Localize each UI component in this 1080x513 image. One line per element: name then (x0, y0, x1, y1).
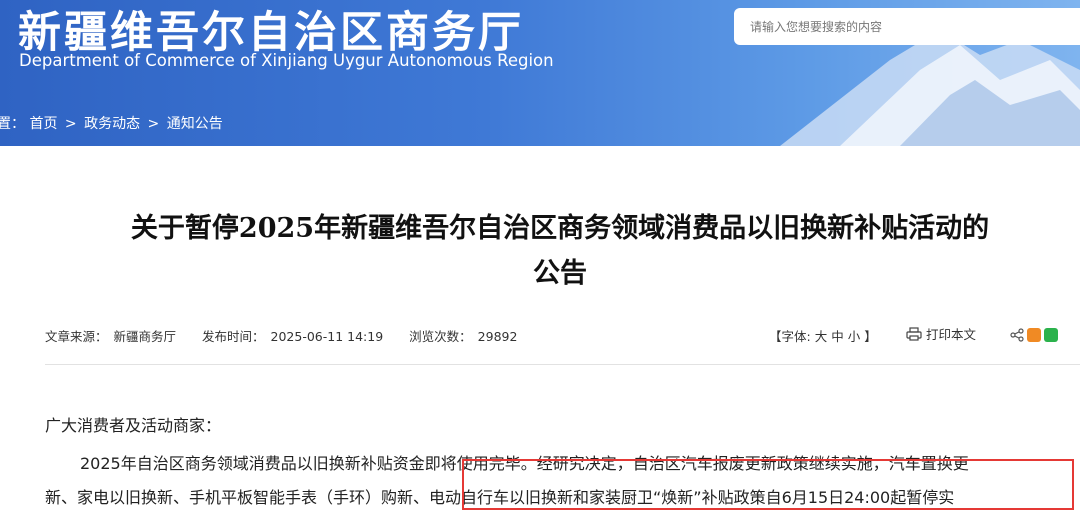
font-medium-link[interactable]: 中 (831, 329, 844, 344)
font-size-selector: 【字体: 大 中 小 】 (769, 326, 877, 345)
source-value: 新疆商务厅 (113, 329, 177, 344)
breadcrumb-prefix: 置： (0, 116, 25, 132)
greeting-text: 广大消费者及活动商家： (45, 416, 222, 435)
font-size-label: 【字体: (769, 329, 811, 344)
site-header: 新疆维吾尔自治区商务厅 Department of Commerce of Xi… (0, 0, 1080, 146)
source-label: 文章来源： (45, 329, 108, 344)
date-value: 2025-06-11 14:19 (270, 329, 384, 344)
breadcrumb-news-link[interactable]: 政务动态 (84, 116, 140, 132)
site-subtitle: Department of Commerce of Xinjiang Uygur… (19, 51, 554, 70)
printer-icon (906, 326, 922, 341)
search-box (734, 8, 1080, 45)
article-title-line1: 关于暂停2025年新疆维吾尔自治区商务领域消费品以旧换新补贴活动的 (130, 213, 990, 244)
breadcrumb-home-link[interactable]: 首页 (29, 116, 57, 132)
font-size-end: 】 (864, 329, 877, 344)
red-highlight-annotation (462, 459, 1074, 510)
print-label: 打印本文 (926, 327, 977, 342)
breadcrumb-separator: > (147, 116, 160, 132)
meta-divider (45, 364, 1080, 365)
share-group (1010, 328, 1058, 342)
views-value: 29892 (477, 329, 518, 344)
date-label: 发布时间： (202, 329, 265, 344)
breadcrumb: 置： 首页 > 政务动态 > 通知公告 (0, 113, 223, 133)
views-label: 浏览次数： (409, 329, 472, 344)
article-title: 关于暂停2025年新疆维吾尔自治区商务领域消费品以旧换新补贴活动的 公告 (40, 206, 1080, 296)
breadcrumb-separator: > (64, 116, 77, 132)
font-large-link[interactable]: 大 (815, 329, 828, 344)
breadcrumb-notice-link[interactable]: 通知公告 (167, 116, 223, 132)
wechat-share-icon[interactable] (1044, 328, 1058, 342)
search-input[interactable] (750, 8, 1070, 45)
share-icon[interactable] (1010, 328, 1024, 342)
article-title-line2: 公告 (533, 258, 587, 289)
print-button[interactable]: 打印本文 (906, 324, 976, 343)
weibo-share-icon[interactable] (1027, 328, 1041, 342)
article-meta: 文章来源： 新疆商务厅 发布时间： 2025-06-11 14:19 浏览次数： 29… (45, 326, 523, 345)
font-small-link[interactable]: 小 (848, 329, 861, 344)
